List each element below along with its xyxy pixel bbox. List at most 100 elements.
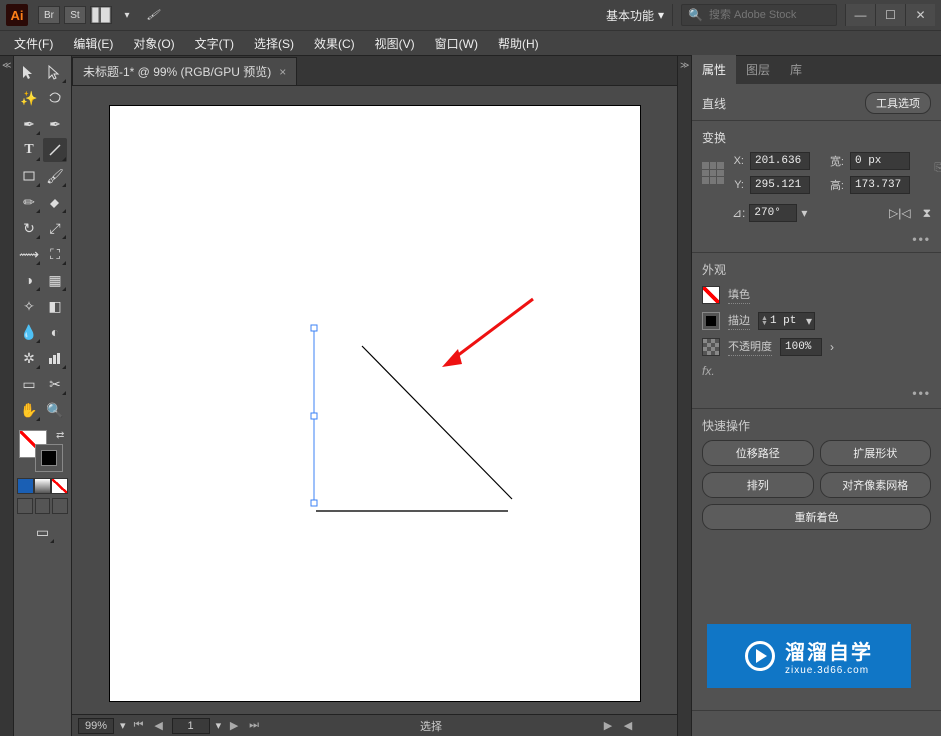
- artboard-number[interactable]: 1: [172, 718, 210, 734]
- screen-mode-button[interactable]: ▭: [31, 520, 55, 544]
- align-pixel-button[interactable]: 对齐像素网格: [820, 472, 932, 498]
- stroke-swatch[interactable]: [35, 444, 63, 472]
- opacity-label[interactable]: 不透明度: [728, 338, 772, 356]
- none-swatch[interactable]: [51, 478, 68, 494]
- shape-builder-tool[interactable]: ◑: [17, 268, 41, 292]
- hand-tool[interactable]: ✋: [17, 398, 41, 422]
- link-wh-icon[interactable]: ⎘: [934, 162, 941, 175]
- close-button[interactable]: ✕: [905, 4, 935, 26]
- gradient-tool[interactable]: ◧: [43, 294, 67, 318]
- next-artboard-icon[interactable]: ▶: [227, 719, 241, 733]
- handle-bottom[interactable]: [311, 500, 317, 506]
- handle-top[interactable]: [311, 325, 317, 331]
- arrange-button[interactable]: 排列: [702, 472, 814, 498]
- bridge-button[interactable]: Br: [38, 6, 60, 24]
- gradient-swatch[interactable]: [34, 478, 51, 494]
- free-transform-tool[interactable]: ⛶: [43, 242, 67, 266]
- stock-button[interactable]: St: [64, 6, 86, 24]
- shaper-tool[interactable]: ✏: [17, 190, 41, 214]
- symbol-sprayer-tool[interactable]: ✲: [17, 346, 41, 370]
- tab-properties[interactable]: 属性: [692, 55, 736, 84]
- close-tab-icon[interactable]: ×: [279, 65, 286, 79]
- flip-h-icon[interactable]: ▷|◁: [889, 206, 911, 220]
- first-artboard-icon[interactable]: ⏮: [132, 719, 146, 733]
- selection-tool[interactable]: [17, 60, 41, 84]
- y-input[interactable]: [750, 176, 810, 194]
- zoom-tool[interactable]: 🔍: [43, 398, 67, 422]
- blend-tool[interactable]: ◐: [43, 320, 67, 344]
- maximize-button[interactable]: ☐: [875, 4, 905, 26]
- stroke-weight-field[interactable]: ▲▼ ▾: [758, 312, 815, 330]
- eyedropper-tool[interactable]: 💧: [17, 320, 41, 344]
- recolor-button[interactable]: 重新着色: [702, 504, 931, 530]
- search-input[interactable]: [709, 9, 819, 21]
- fill-swatch[interactable]: [702, 286, 720, 304]
- eraser-tool[interactable]: [43, 190, 67, 214]
- opacity-input[interactable]: [780, 338, 822, 356]
- artboard[interactable]: [110, 106, 640, 701]
- artboard-tool[interactable]: ▭: [17, 372, 41, 396]
- menu-window[interactable]: 窗口(W): [425, 35, 488, 52]
- menu-text[interactable]: 文字(T): [185, 35, 244, 52]
- color-swatch[interactable]: [17, 478, 34, 494]
- stroke-swatch[interactable]: [702, 312, 720, 330]
- handle-mid[interactable]: [311, 413, 317, 419]
- menu-object[interactable]: 对象(O): [123, 35, 184, 52]
- menu-help[interactable]: 帮助(H): [488, 35, 549, 52]
- minimize-button[interactable]: —: [845, 4, 875, 26]
- scale-tool[interactable]: ⤢: [43, 216, 67, 240]
- pen-tool[interactable]: ✒: [17, 112, 41, 136]
- menu-view[interactable]: 视图(V): [365, 35, 425, 52]
- rotate-tool[interactable]: ↻: [17, 216, 41, 240]
- line-tool[interactable]: [43, 138, 67, 162]
- width-input[interactable]: [850, 152, 910, 170]
- curvature-tool[interactable]: ✒: [43, 112, 67, 136]
- menu-file[interactable]: 文件(F): [4, 35, 63, 52]
- draw-normal[interactable]: [17, 498, 33, 514]
- fill-label[interactable]: 填色: [728, 286, 750, 304]
- chevron-down-icon[interactable]: ▾: [801, 206, 807, 220]
- tool-options-button[interactable]: 工具选项: [865, 92, 931, 114]
- mesh-tool[interactable]: ✧: [17, 294, 41, 318]
- draw-inside[interactable]: [52, 498, 68, 514]
- more-options-icon[interactable]: •••: [912, 386, 931, 400]
- tab-layers[interactable]: 图层: [736, 55, 780, 84]
- scroll-left-icon[interactable]: ◀: [621, 719, 635, 733]
- magic-wand-tool[interactable]: ✨: [17, 86, 41, 110]
- column-graph-tool[interactable]: [43, 346, 67, 370]
- prev-artboard-icon[interactable]: ◀: [152, 719, 166, 733]
- slice-tool[interactable]: ✂: [43, 372, 67, 396]
- diagonal-line[interactable]: [362, 346, 512, 499]
- right-gutter[interactable]: ≫: [677, 56, 691, 736]
- offset-path-button[interactable]: 位移路径: [702, 440, 814, 466]
- rectangle-tool[interactable]: [17, 164, 41, 188]
- chevron-right-icon[interactable]: ›: [830, 340, 834, 354]
- expand-shape-button[interactable]: 扩展形状: [820, 440, 932, 466]
- lasso-tool[interactable]: [43, 86, 67, 110]
- zoom-field[interactable]: 99%: [78, 718, 114, 734]
- perspective-grid-tool[interactable]: ▦: [43, 268, 67, 292]
- brush-icon[interactable]: 🖌: [142, 6, 164, 24]
- stock-search[interactable]: 🔍: [681, 4, 837, 26]
- menu-edit[interactable]: 编辑(E): [63, 35, 123, 52]
- tab-libraries[interactable]: 库: [780, 55, 812, 84]
- workspace-switcher[interactable]: 基本功能 ▾: [598, 5, 672, 26]
- menu-effect[interactable]: 效果(C): [304, 35, 365, 52]
- chevron-down-icon[interactable]: ▾: [120, 719, 126, 732]
- canvas[interactable]: [72, 86, 677, 714]
- document-tab[interactable]: 未标题-1* @ 99% (RGB/GPU 预览) ×: [72, 57, 297, 85]
- menu-select[interactable]: 选择(S): [244, 35, 304, 52]
- rotation-input[interactable]: [749, 204, 797, 222]
- arrange-docs-button[interactable]: [90, 6, 112, 24]
- fx-label[interactable]: fx.: [702, 364, 715, 378]
- last-artboard-icon[interactable]: ⏭: [247, 719, 261, 733]
- stroke-weight-input[interactable]: [770, 315, 804, 327]
- swap-fill-stroke-icon[interactable]: ⇄: [56, 430, 66, 440]
- stroke-label[interactable]: 描边: [728, 312, 750, 330]
- nav-pop-icon[interactable]: ▶: [601, 719, 615, 733]
- fill-stroke-indicator[interactable]: ⇄: [17, 430, 68, 474]
- chevron-down-icon[interactable]: ▾: [806, 314, 812, 328]
- x-input[interactable]: [750, 152, 810, 170]
- more-options-icon[interactable]: •••: [912, 232, 931, 246]
- height-input[interactable]: [850, 176, 910, 194]
